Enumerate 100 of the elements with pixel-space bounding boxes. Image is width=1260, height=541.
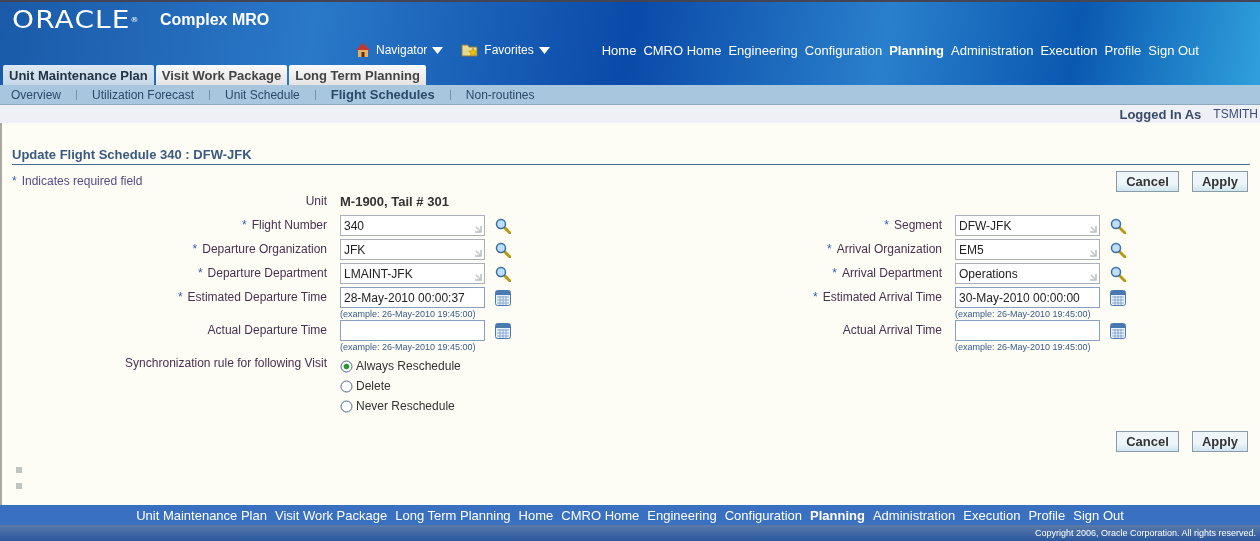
tab[interactable]: Unit Maintenance Plan [3,65,154,85]
dropdown-caret-icon[interactable] [538,46,550,54]
global-link[interactable]: Home [601,42,637,58]
global-link[interactable]: Configuration [804,42,883,58]
field-label: Departure Organization [202,242,327,256]
radio-option[interactable]: Always Reschedule [340,356,461,376]
copyright-text: Copyright 2006, Oracle Corporation. All rights reserved. [1034,528,1256,538]
global-link[interactable]: Execution [1040,42,1098,58]
subtab-link[interactable]: Unit Schedule [225,87,300,102]
format-hint: (example: 26-May-2010 19:45:00) [340,342,477,352]
subtab-link[interactable]: Flight Schedules [330,87,435,102]
search-icon[interactable] [495,217,511,234]
house-icon[interactable] [355,42,371,58]
action-button[interactable]: Apply [1191,171,1248,192]
field-label: Flight Number [251,218,327,232]
field-label: Segment [893,218,942,232]
lookup-field[interactable]: EM5 [955,239,1100,260]
required-mark: * [826,242,832,256]
date-field[interactable]: 28-May-2010 00:00:37 [340,287,485,308]
field-label: Actual Arrival Time [842,323,942,337]
global-link[interactable]: Sign Out [1148,42,1199,58]
folder-star-icon[interactable] [461,42,480,58]
footer-link[interactable]: Administration [872,507,956,523]
field-label: Arrival Organization [836,242,942,256]
required-mark: * [832,266,837,280]
footer-link[interactable]: Planning [810,507,865,523]
required-mark: * [812,290,818,304]
search-icon[interactable] [1110,241,1126,258]
field-label: Estimated Arrival Time [822,290,942,304]
footer-link[interactable]: Configuration [724,507,803,523]
search-icon[interactable] [1110,217,1126,234]
corner-icon [1089,225,1097,233]
corner-icon [474,225,482,233]
lookup-field[interactable]: JFK [340,239,485,260]
date-field[interactable]: 30-May-2010 00:00:00 [955,287,1100,308]
spacer-mark [16,467,22,489]
search-icon[interactable] [495,265,511,282]
radio-button[interactable] [340,379,353,393]
field-label: Actual Departure Time [207,323,327,337]
search-icon[interactable] [1110,265,1126,282]
lookup-field[interactable]: 340 [340,215,485,236]
lookup-field[interactable]: LMAINT-JFK [340,263,485,284]
search-icon[interactable] [495,241,511,258]
menu-link[interactable]: Navigator [376,43,428,57]
footer-link[interactable]: Execution [963,507,1021,523]
footer-link[interactable]: Sign Out [1073,507,1124,523]
subtab-link[interactable]: Utilization Forecast [92,87,195,102]
radio-option[interactable]: Delete [340,376,461,396]
corner-icon [1089,249,1097,257]
required-mark: * [241,218,247,232]
footer-link[interactable]: Visit Work Package [274,507,388,523]
dropdown-caret-icon[interactable] [432,46,444,54]
calendar-icon[interactable] [495,322,511,339]
footer-link[interactable]: CMRO Home [561,507,640,523]
calendar-icon[interactable] [495,289,511,306]
subtab-link[interactable]: Overview [11,87,61,102]
global-link[interactable]: Profile [1104,42,1142,58]
field-label: Estimated Departure Time [187,290,327,304]
calendar-icon[interactable] [1110,322,1126,339]
required-note: Indicates required field [21,174,143,188]
user-name: TSMITH [1213,107,1258,121]
app-title: Complex MRO [159,11,270,29]
format-hint: (example: 26-May-2010 19:45:00) [340,309,477,319]
action-button[interactable]: Cancel [1116,431,1179,452]
field-label: Unit [305,194,327,208]
menu-link[interactable]: Favorites [484,43,534,57]
lookup-field[interactable]: DFW-JFK [955,215,1100,236]
global-link[interactable]: CMRO Home [643,42,722,58]
required-mark: * [192,242,198,256]
format-hint: (example: 26-May-2010 19:45:00) [955,309,1092,319]
footer-link[interactable]: Long Term Planning [395,507,511,523]
corner-icon [474,249,482,257]
field-label: Synchronization rule for following Visit [125,356,327,370]
subtab-link[interactable]: Non-routines [465,87,535,102]
action-button[interactable]: Apply [1191,431,1248,452]
radio-button[interactable] [340,359,353,373]
lookup-field[interactable]: Operations [955,263,1100,284]
unit-value: M-1900, Tail # 301 [340,193,449,209]
field-label: Arrival Department [841,266,942,280]
page-title: Update Flight Schedule 340 : DFW-JFK [12,147,1250,165]
required-mark: * [197,266,203,280]
global-link[interactable]: Engineering [728,42,798,58]
format-hint: (example: 26-May-2010 19:45:00) [955,342,1092,352]
oracle-logo: ORACLE$^{®}$ [12,6,140,34]
tab[interactable]: Long Term Planning [289,65,426,85]
tab[interactable]: Visit Work Package [155,65,288,85]
field-label: Departure Department [207,266,327,280]
date-field[interactable] [955,320,1100,341]
footer-link[interactable]: Unit Maintenance Plan [136,507,267,523]
date-field[interactable] [340,320,485,341]
action-button[interactable]: Cancel [1116,171,1179,192]
required-mark: * [177,290,183,304]
footer-link[interactable]: Engineering [647,507,717,523]
global-link[interactable]: Planning [889,42,945,58]
calendar-icon[interactable] [1110,289,1126,306]
radio-option[interactable]: Never Reschedule [340,396,461,416]
global-link[interactable]: Administration [951,42,1034,58]
footer-link[interactable]: Profile [1028,507,1066,523]
radio-button[interactable] [340,399,353,413]
footer-link[interactable]: Home [518,507,554,523]
